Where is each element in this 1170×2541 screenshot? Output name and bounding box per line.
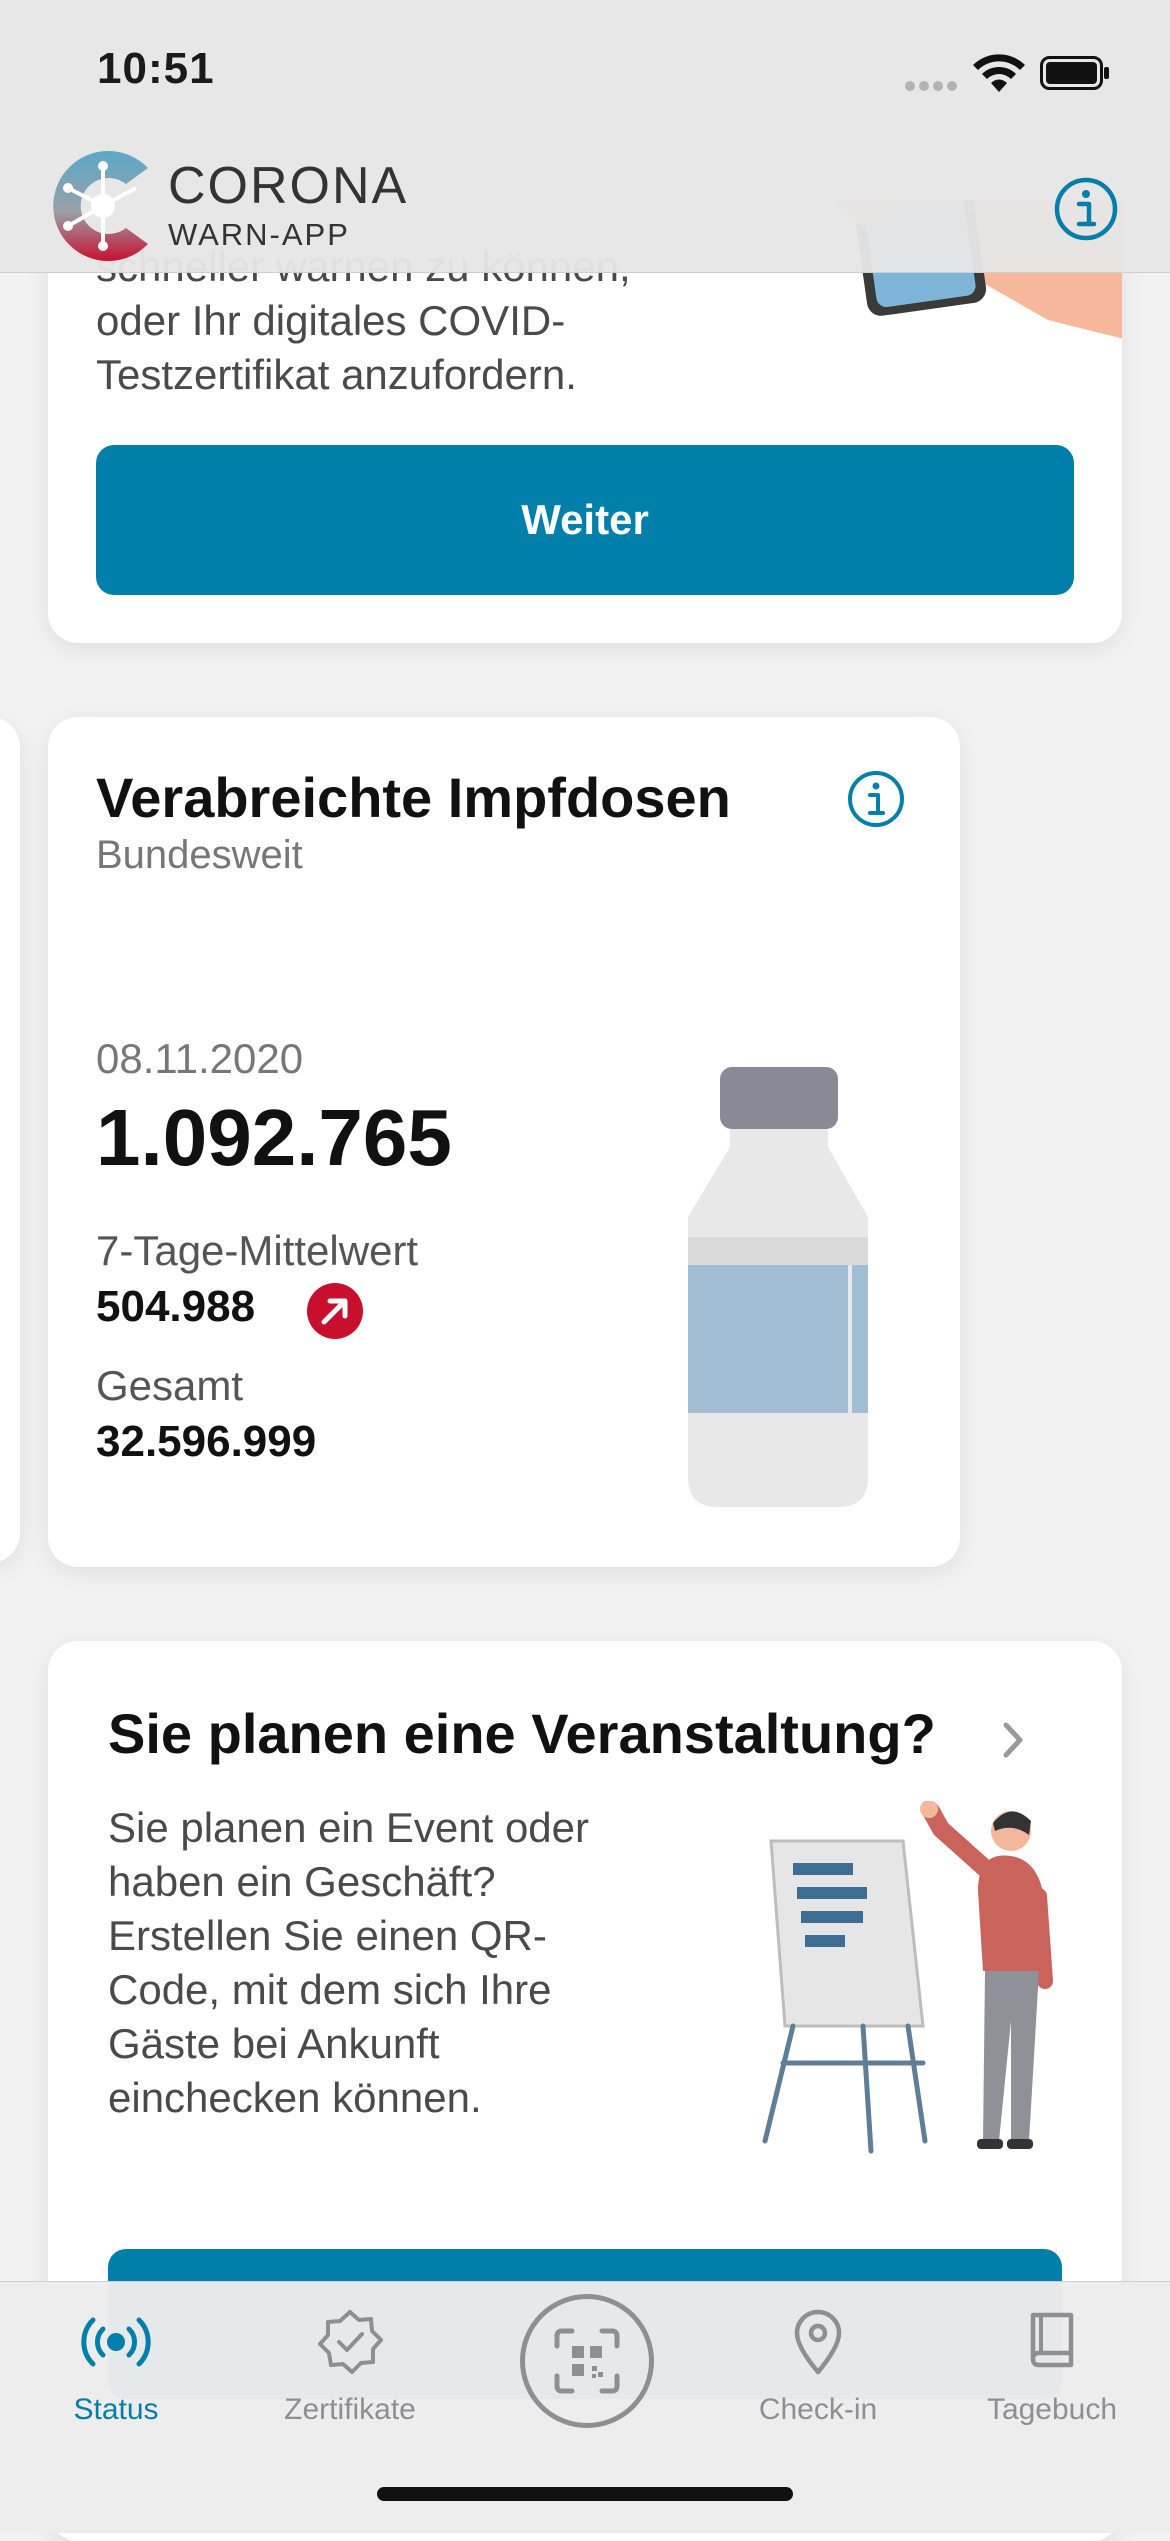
event-text-line: Code, mit dem sich Ihre — [108, 1966, 552, 2013]
tab-label: Tagebuch — [986, 2393, 1118, 2426]
event-title[interactable]: Sie planen eine Veranstaltung? — [108, 1701, 936, 1766]
info-icon[interactable] — [1053, 176, 1119, 242]
certificate-icon — [318, 2310, 383, 2374]
event-text-line: Gäste bei Ankunft — [108, 2020, 440, 2067]
previous-statistics-card[interactable] — [0, 717, 20, 1563]
presenter-illustration — [762, 1801, 1053, 2154]
chevron-right-icon[interactable] — [998, 1719, 1028, 1761]
vaccination-card: Verabreichte Impfdosen Bundesweit 08.11.… — [48, 717, 960, 1567]
tab-label: Check-in — [758, 2393, 878, 2426]
vaccination-subtitle: Bundesweit — [96, 833, 303, 877]
brand-title: CORONA — [168, 157, 409, 215]
home-indicator — [377, 2487, 793, 2501]
book-icon — [1030, 2312, 1074, 2368]
qr-scan-button[interactable] — [520, 2294, 654, 2428]
brand-subtitle: WARN-APP — [168, 217, 350, 252]
cellular-signal-icon — [905, 78, 963, 91]
location-pin-icon — [794, 2309, 842, 2375]
tab-status[interactable]: Status — [16, 2307, 216, 2427]
vaccination-title: Verabreichte Impfdosen — [96, 766, 731, 829]
event-text-line: einchecken können. — [108, 2074, 482, 2121]
vaccination-value: 1.092.765 — [96, 1093, 452, 1182]
wifi-icon — [973, 54, 1025, 92]
info-icon[interactable] — [846, 769, 906, 829]
broadcast-icon — [81, 2317, 151, 2367]
total-value: 32.596.999 — [96, 1417, 317, 1466]
vaccination-date: 08.11.2020 — [96, 1035, 304, 1082]
status-time: 10:51 — [97, 44, 215, 93]
tab-tagebuch[interactable]: Tagebuch — [952, 2307, 1152, 2427]
average-value: 504.988 — [96, 1282, 256, 1331]
event-description: Sie planen ein Event oder haben ein Gesc… — [108, 1801, 648, 2125]
tab-check-in[interactable]: Check-in — [718, 2307, 918, 2427]
tab-label: Zertifikate — [284, 2393, 416, 2426]
tab-label: Status — [73, 2393, 159, 2426]
vaccine-vial-illustration — [688, 1067, 868, 1507]
trend-up-icon — [307, 1283, 363, 1339]
average-label: 7-Tage-Mittelwert — [96, 1227, 419, 1274]
weiter-button[interactable]: Weiter — [96, 445, 1074, 595]
qr-scan-icon — [554, 2328, 620, 2394]
tab-zertifikate[interactable]: Zertifikate — [250, 2307, 450, 2427]
intro-text-line: Testzertifikat anzufordern. — [96, 351, 577, 398]
intro-text-line: oder Ihr digitales COVID- — [96, 297, 566, 344]
total-label: Gesamt — [96, 1362, 244, 1409]
event-text-line: Sie planen ein Event oder — [108, 1804, 590, 1851]
event-text-line: haben ein Geschäft? — [108, 1858, 496, 1905]
event-text-line: Erstellen Sie einen QR- — [108, 1912, 547, 1959]
top-bar: 10:51 CORONA WARN-APP — [0, 0, 1170, 273]
corona-warn-app-logo — [53, 151, 148, 261]
battery-icon — [1040, 56, 1109, 90]
